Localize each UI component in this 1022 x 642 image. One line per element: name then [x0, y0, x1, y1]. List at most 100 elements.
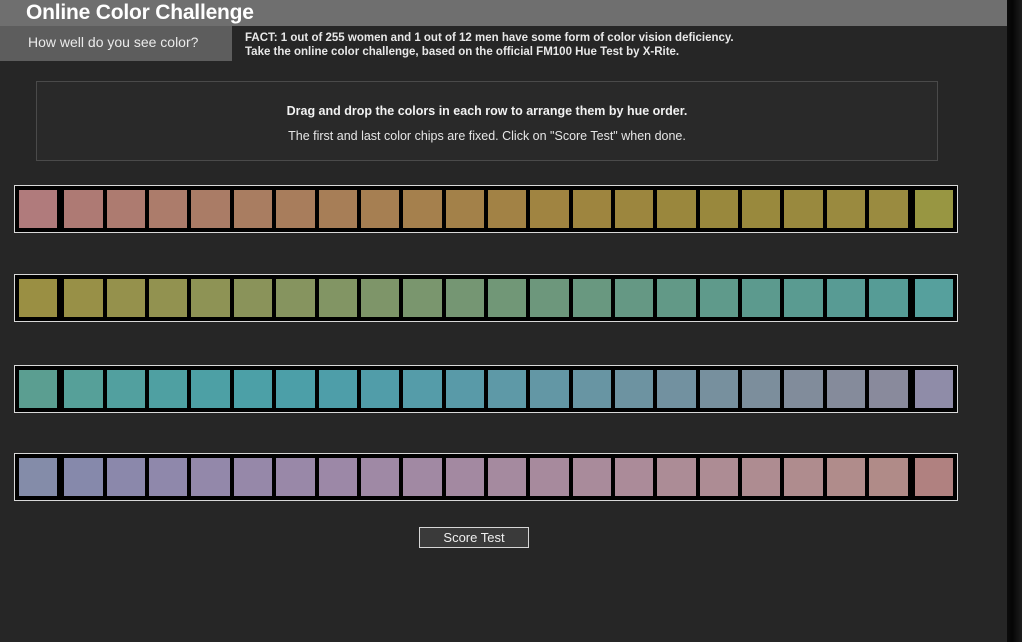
color-chip[interactable]	[529, 457, 570, 497]
color-chip[interactable]	[190, 457, 231, 497]
score-test-button[interactable]: Score Test	[419, 527, 529, 548]
hue-row-1[interactable]	[14, 185, 958, 233]
color-chip[interactable]	[656, 278, 697, 318]
color-chip[interactable]	[698, 369, 740, 409]
color-chip[interactable]	[232, 189, 274, 229]
color-chip[interactable]	[741, 278, 782, 318]
color-chip[interactable]	[232, 369, 274, 409]
instructions-panel: Drag and drop the colors in each row to …	[36, 81, 938, 161]
color-chip[interactable]	[63, 278, 104, 318]
hue-row-4[interactable]	[14, 453, 958, 501]
color-chip[interactable]	[571, 278, 613, 318]
color-chip[interactable]	[444, 457, 485, 497]
color-chip[interactable]	[614, 457, 655, 497]
color-chip[interactable]	[571, 369, 613, 409]
color-chip[interactable]	[63, 369, 104, 409]
color-chip[interactable]	[317, 457, 358, 497]
color-chip[interactable]	[148, 189, 189, 229]
color-chip[interactable]	[486, 369, 528, 409]
color-chip[interactable]	[190, 189, 231, 229]
color-chip[interactable]	[656, 369, 697, 409]
color-chip[interactable]	[868, 278, 909, 318]
color-chip[interactable]	[486, 278, 528, 318]
color-chip[interactable]	[868, 189, 909, 229]
color-chip[interactable]	[402, 369, 443, 409]
color-chip-fixed	[18, 189, 59, 229]
color-chip[interactable]	[783, 189, 824, 229]
color-chip[interactable]	[571, 457, 613, 497]
color-chip[interactable]	[359, 457, 401, 497]
color-chip[interactable]	[148, 457, 189, 497]
color-chip[interactable]	[402, 278, 443, 318]
color-chip[interactable]	[614, 189, 655, 229]
color-chip[interactable]	[275, 189, 316, 229]
color-chip-fixed	[18, 369, 59, 409]
color-chip[interactable]	[868, 457, 909, 497]
color-chip[interactable]	[317, 369, 358, 409]
color-chip[interactable]	[190, 278, 231, 318]
color-chip[interactable]	[317, 278, 358, 318]
color-chip[interactable]	[63, 457, 104, 497]
color-chip[interactable]	[444, 189, 485, 229]
color-chip[interactable]	[614, 369, 655, 409]
color-chip[interactable]	[656, 189, 697, 229]
tagline-text: How well do you see color?	[28, 34, 199, 50]
color-chip[interactable]	[486, 189, 528, 229]
color-chip[interactable]	[232, 457, 274, 497]
color-chip[interactable]	[868, 369, 909, 409]
color-chip[interactable]	[783, 457, 824, 497]
color-chip-fixed	[913, 189, 954, 229]
color-chip[interactable]	[825, 369, 867, 409]
color-chip[interactable]	[105, 278, 147, 318]
color-chip[interactable]	[275, 369, 316, 409]
color-chip[interactable]	[444, 369, 485, 409]
color-chip[interactable]	[698, 278, 740, 318]
color-chip[interactable]	[486, 457, 528, 497]
color-chip-fixed	[913, 278, 954, 318]
fact-line-2: Take the online color challenge, based o…	[245, 46, 680, 58]
page-root: Online Color Challenge How well do you s…	[0, 0, 1007, 642]
color-chip[interactable]	[825, 189, 867, 229]
color-chip[interactable]	[359, 278, 401, 318]
color-chip[interactable]	[825, 457, 867, 497]
color-chip[interactable]	[741, 189, 782, 229]
color-chip-fixed	[18, 457, 59, 497]
color-chip-fixed	[18, 278, 59, 318]
color-chip[interactable]	[698, 457, 740, 497]
color-chip[interactable]	[148, 278, 189, 318]
color-chip[interactable]	[105, 457, 147, 497]
color-chip[interactable]	[317, 189, 358, 229]
fact-block: FACT: 1 out of 255 women and 1 out of 12…	[245, 31, 945, 59]
instructions-secondary: The first and last color chips are fixed…	[288, 129, 686, 143]
color-chip[interactable]	[190, 369, 231, 409]
color-chip[interactable]	[741, 457, 782, 497]
color-chip[interactable]	[698, 189, 740, 229]
color-chip[interactable]	[148, 369, 189, 409]
color-chip[interactable]	[402, 457, 443, 497]
hue-row-2[interactable]	[14, 274, 958, 322]
color-chip[interactable]	[275, 278, 316, 318]
color-chip[interactable]	[105, 189, 147, 229]
fact-line-1: FACT: 1 out of 255 women and 1 out of 12…	[245, 32, 734, 44]
color-chip[interactable]	[529, 369, 570, 409]
color-chip[interactable]	[105, 369, 147, 409]
color-chip[interactable]	[275, 457, 316, 497]
color-chip[interactable]	[783, 278, 824, 318]
color-chip-fixed	[913, 457, 954, 497]
color-chip[interactable]	[741, 369, 782, 409]
hue-row-3[interactable]	[14, 365, 958, 413]
color-chip[interactable]	[402, 189, 443, 229]
color-chip[interactable]	[529, 278, 570, 318]
color-chip[interactable]	[656, 457, 697, 497]
color-chip[interactable]	[825, 278, 867, 318]
window-right-edge	[1007, 0, 1022, 642]
color-chip[interactable]	[359, 189, 401, 229]
color-chip[interactable]	[783, 369, 824, 409]
color-chip[interactable]	[232, 278, 274, 318]
color-chip[interactable]	[571, 189, 613, 229]
color-chip[interactable]	[63, 189, 104, 229]
color-chip[interactable]	[614, 278, 655, 318]
color-chip[interactable]	[444, 278, 485, 318]
color-chip[interactable]	[359, 369, 401, 409]
color-chip[interactable]	[529, 189, 570, 229]
